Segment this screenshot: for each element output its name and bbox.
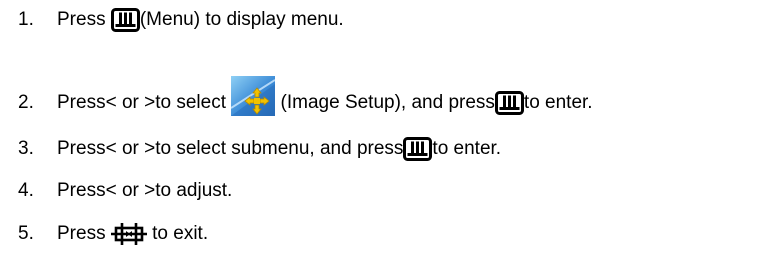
- step-text-part: (Image Setup), and press: [275, 92, 495, 113]
- step-number: 1.: [18, 9, 34, 30]
- step-text-part: to enter.: [432, 138, 502, 159]
- image-setup-icon: [231, 76, 276, 116]
- step-text-part: Press< or >to select: [57, 92, 232, 113]
- step-number: 5.: [18, 223, 34, 244]
- step-text-part: (Menu) to display menu.: [139, 9, 344, 30]
- menu-icon: [494, 91, 524, 115]
- exit-icon: [110, 223, 147, 245]
- step-text: Press (Menu) to display menu.: [57, 8, 344, 32]
- step-text: Press< or >to select submenu, and press …: [57, 137, 501, 161]
- step-text-part: to enter.: [523, 92, 593, 113]
- step-text-part: Press< or >to adjust.: [57, 180, 233, 201]
- step-text-part: Press: [57, 223, 111, 244]
- step-text-part: Press< or >to select submenu, and press: [57, 138, 404, 159]
- step-text: Press to exit.: [57, 223, 208, 245]
- menu-icon: [403, 137, 433, 161]
- step-text: Press< or >to select (Image Setup), and …: [57, 76, 593, 116]
- step-number: 4.: [18, 180, 34, 201]
- step-number: 3.: [18, 138, 34, 159]
- step-text: Press< or >to adjust.: [57, 180, 232, 202]
- step-number: 2.: [18, 92, 34, 113]
- step-text-part: to exit.: [146, 223, 209, 244]
- menu-icon: [110, 8, 140, 32]
- step-text-part: Press: [57, 9, 111, 30]
